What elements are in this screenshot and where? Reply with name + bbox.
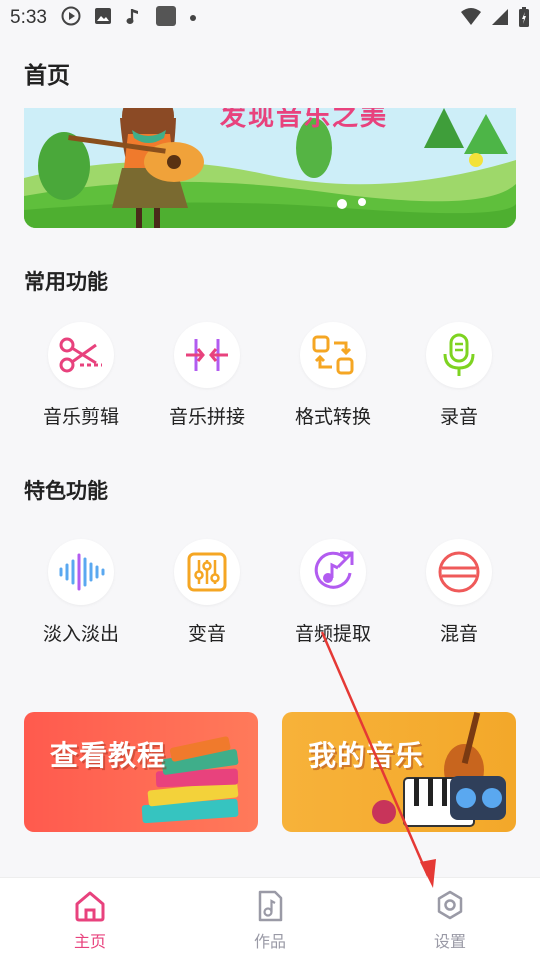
- tool-mix[interactable]: 混音: [396, 539, 522, 646]
- signal-icon: [490, 7, 510, 32]
- common-section-title: 常用功能: [24, 270, 108, 294]
- nav-settings-label: 设置: [433, 932, 466, 951]
- banner-text: 发现音乐之美: [220, 108, 389, 132]
- my-music-card-label: 我的音乐: [308, 739, 425, 772]
- tutorial-card-label: 查看教程: [50, 739, 167, 772]
- music-note-icon: [125, 6, 143, 31]
- tool-label: 音乐剪辑: [42, 406, 119, 428]
- tool-music-cut[interactable]: 音乐剪辑: [18, 322, 144, 429]
- page-title: 首页: [24, 63, 70, 89]
- music-extract-icon: [300, 539, 366, 605]
- merge-arrows-icon: [174, 322, 240, 388]
- nav-works-label: 作品: [253, 932, 286, 951]
- tool-label: 录音: [439, 406, 478, 428]
- tool-label: 音乐拼接: [168, 406, 245, 428]
- scissors-icon: [48, 322, 114, 388]
- tool-record[interactable]: 录音: [396, 322, 522, 429]
- equalizer-icon: [174, 539, 240, 605]
- status-bar: 5:33: [0, 0, 540, 36]
- gear-icon: [390, 890, 510, 926]
- nav-home[interactable]: 主页: [30, 890, 150, 952]
- music-file-icon: [210, 890, 330, 926]
- nav-home-label: 主页: [73, 932, 106, 951]
- image-icon: [93, 6, 113, 31]
- app-square-icon: [155, 5, 177, 32]
- tool-music-join[interactable]: 音乐拼接: [144, 322, 270, 429]
- home-icon: [30, 890, 150, 926]
- tool-fade[interactable]: 淡入淡出: [18, 539, 144, 646]
- mix-icon: [426, 539, 492, 605]
- dot-icon: [189, 9, 197, 27]
- bottom-nav: 主页 作品 设置: [0, 877, 540, 960]
- waveform-icon: [48, 539, 114, 605]
- common-functions-grid: 音乐剪辑 音乐拼接 格式转换 录音: [0, 322, 540, 442]
- microphone-icon: [426, 322, 492, 388]
- tool-audio-extract[interactable]: 音频提取: [270, 539, 396, 646]
- special-functions-grid: 淡入淡出 变音 音频提取 混音: [0, 539, 540, 659]
- battery-icon: [518, 6, 530, 33]
- nav-works[interactable]: 作品: [210, 890, 330, 952]
- tool-label: 变音: [187, 623, 226, 645]
- tool-label: 音频提取: [294, 623, 371, 645]
- tool-voice-change[interactable]: 变音: [144, 539, 270, 646]
- my-music-card[interactable]: 我的音乐: [282, 712, 516, 832]
- banner[interactable]: 发现音乐之美: [24, 108, 516, 228]
- play-icon: [61, 6, 81, 31]
- tool-label: 混音: [439, 623, 478, 645]
- wifi-icon: [460, 7, 482, 32]
- tool-format-convert[interactable]: 格式转换: [270, 322, 396, 429]
- tool-label: 格式转换: [294, 406, 371, 428]
- nav-settings[interactable]: 设置: [390, 890, 510, 952]
- tutorial-card[interactable]: 查看教程: [24, 712, 258, 832]
- convert-icon: [300, 322, 366, 388]
- status-time: 5:33: [10, 7, 47, 28]
- special-section-title: 特色功能: [24, 479, 108, 503]
- tool-label: 淡入淡出: [42, 623, 119, 645]
